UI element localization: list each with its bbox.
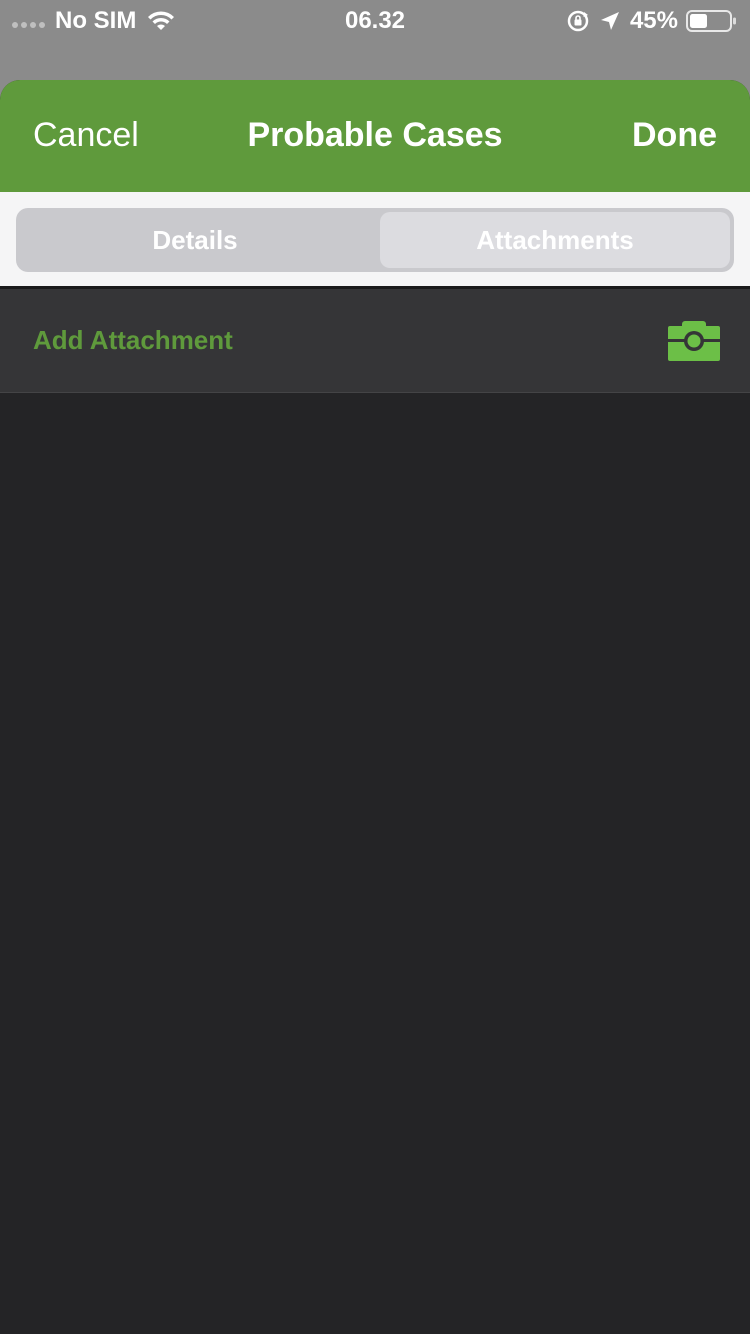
segment-area: Details Attachments xyxy=(0,192,750,286)
rotation-lock-icon xyxy=(567,10,589,32)
nav-bar: Cancel Probable Cases Done xyxy=(0,80,750,192)
status-bar: No SIM 06.32 45% xyxy=(0,0,750,40)
tab-attachments[interactable]: Attachments xyxy=(380,212,730,268)
status-right: 45% xyxy=(566,7,738,35)
battery-icon xyxy=(686,10,736,32)
done-button[interactable]: Done xyxy=(632,116,717,155)
tab-details[interactable]: Details xyxy=(20,212,370,268)
add-attachment-label: Add Attachment xyxy=(33,325,233,355)
screen: No SIM 06.32 45% Cancel Probable Cases D… xyxy=(0,0,750,1334)
location-arrow-icon xyxy=(600,12,619,30)
modal-sheet: Cancel Probable Cases Done Details Attac… xyxy=(0,80,750,1334)
battery-percent: 45% xyxy=(629,7,678,34)
attachments-list-empty xyxy=(0,393,750,1333)
segmented-control: Details Attachments xyxy=(16,208,734,272)
camera-icon[interactable] xyxy=(668,321,720,361)
add-attachment-row[interactable]: Add Attachment xyxy=(0,289,750,393)
